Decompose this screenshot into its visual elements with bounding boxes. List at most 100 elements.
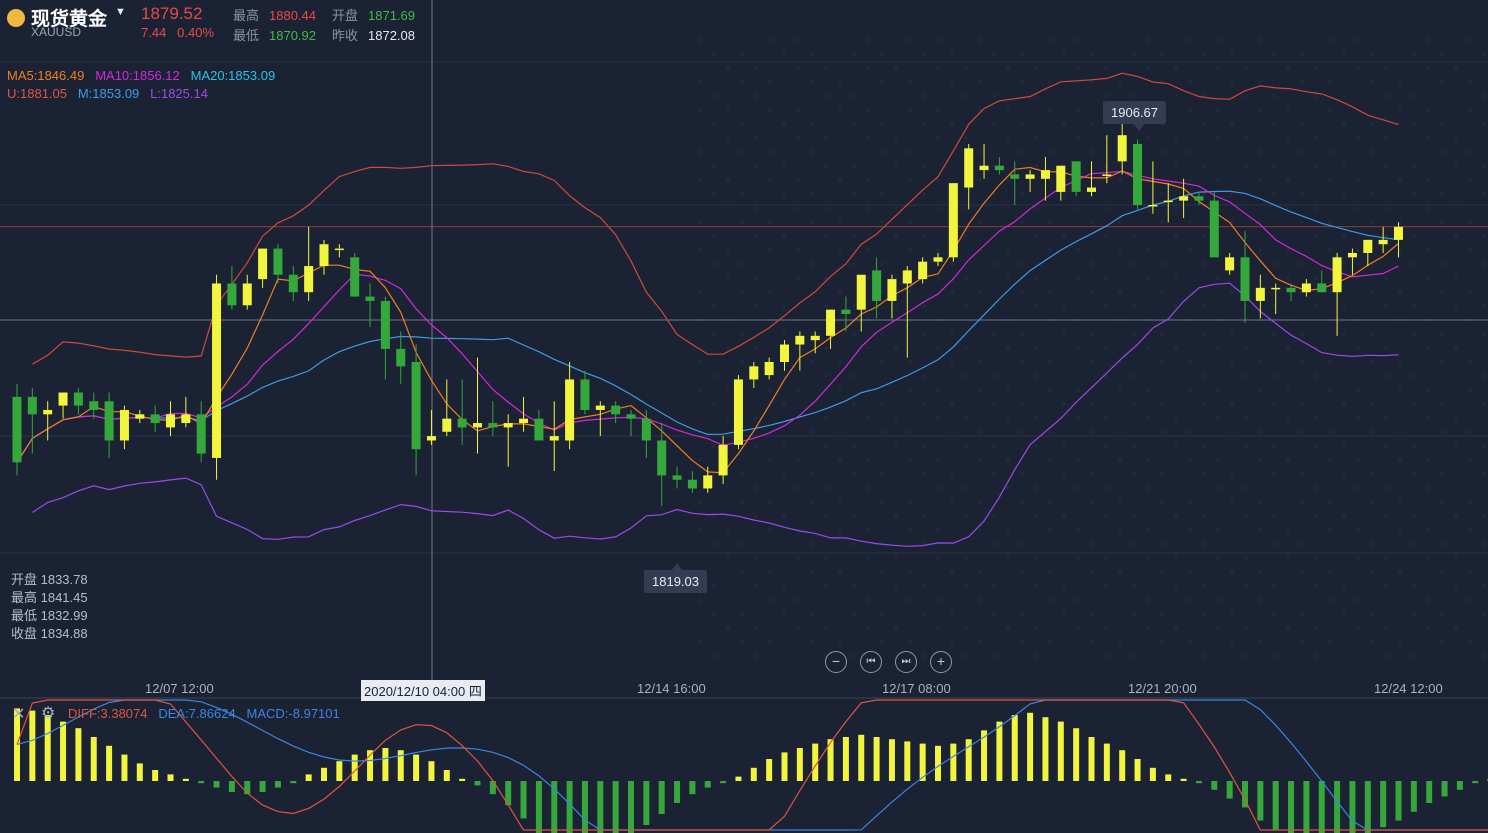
candle-body: [119, 409, 129, 441]
map-dot: [1006, 416, 1010, 420]
map-dot: [810, 612, 814, 616]
map-dot: [1342, 122, 1346, 126]
map-dot: [922, 584, 926, 588]
macd-bar: [182, 778, 189, 781]
candle-body: [58, 392, 68, 406]
map-dot: [1468, 640, 1472, 644]
map-dot: [1286, 66, 1290, 70]
map-dot: [1048, 150, 1052, 154]
candle-body: [1317, 283, 1327, 293]
map-dot: [1216, 486, 1220, 490]
map-dot: [992, 52, 996, 56]
map-dot: [1160, 472, 1164, 476]
map-dot: [894, 444, 898, 448]
map-dot: [1482, 472, 1486, 476]
map-dot: [1314, 626, 1318, 630]
map-dot: [1104, 444, 1108, 448]
map-dot: [698, 220, 702, 224]
map-dot: [754, 234, 758, 238]
map-dot: [754, 94, 758, 98]
map-dot: [1398, 38, 1402, 42]
map-dot: [852, 584, 856, 588]
map-dot: [1454, 486, 1458, 490]
map-dot: [1356, 346, 1360, 350]
map-dot: [880, 80, 884, 84]
map-dot: [1454, 514, 1458, 518]
macd-bar: [1073, 728, 1080, 781]
chevron-down-icon[interactable]: ▼: [115, 6, 126, 18]
close-icon[interactable]: ✕: [12, 704, 25, 724]
map-dot: [1048, 80, 1052, 84]
map-dot: [1300, 262, 1304, 266]
map-dot: [1020, 192, 1024, 196]
macd-bar: [1088, 737, 1095, 781]
map-dot: [1090, 640, 1094, 644]
candle-body: [212, 283, 222, 458]
macd-bar: [720, 781, 727, 784]
map-dot: [852, 234, 856, 238]
map-dot: [1188, 108, 1192, 112]
map-dot: [796, 108, 800, 112]
map-dot: [1174, 346, 1178, 350]
map-dot: [1062, 94, 1066, 98]
candle-body: [166, 414, 175, 428]
skip-forward-button[interactable]: ⏭: [895, 651, 917, 673]
map-dot: [1454, 626, 1458, 630]
candle-body: [534, 418, 544, 441]
map-dot: [810, 220, 814, 224]
map-dot: [838, 388, 842, 392]
zoom-out-button[interactable]: −: [825, 651, 847, 673]
map-dot: [1006, 136, 1010, 140]
map-dot: [894, 486, 898, 490]
map-dot: [1174, 556, 1178, 560]
map-dot: [852, 262, 856, 266]
macd-bar: [213, 781, 220, 788]
candle-body: [503, 423, 513, 428]
boll-upper-line: [32, 72, 1399, 365]
map-dot: [950, 570, 954, 574]
map-dot: [1048, 640, 1052, 644]
map-dot: [978, 80, 982, 84]
macd-bar: [766, 759, 773, 781]
map-dot: [908, 388, 912, 392]
map-dot: [1090, 262, 1094, 266]
map-dot: [908, 248, 912, 252]
map-dot: [852, 122, 856, 126]
map-dot: [712, 192, 716, 196]
candle-body: [780, 344, 789, 362]
map-dot: [1356, 556, 1360, 560]
map-dot: [852, 402, 856, 406]
map-dot: [1356, 206, 1360, 210]
candle-body: [1347, 252, 1357, 258]
map-dot: [740, 192, 744, 196]
candle-body: [933, 257, 943, 262]
zoom-in-button[interactable]: +: [930, 651, 952, 673]
map-dot: [1146, 458, 1150, 462]
candle-body: [1301, 283, 1311, 293]
map-dot: [1454, 66, 1458, 70]
candle-body: [672, 475, 682, 480]
map-dot: [838, 640, 842, 644]
map-dot: [1356, 458, 1360, 462]
candle-body: [1225, 257, 1235, 271]
skip-back-button[interactable]: ⏮: [860, 651, 882, 673]
map-dot: [1244, 556, 1248, 560]
map-dot: [1384, 486, 1388, 490]
map-dot: [1468, 220, 1472, 224]
map-dot: [698, 80, 702, 84]
map-dot: [740, 570, 744, 574]
map-dot: [1160, 542, 1164, 546]
map-dot: [768, 388, 772, 392]
map-dot: [1146, 556, 1150, 560]
map-dot: [1370, 360, 1374, 364]
map-dot: [1328, 178, 1332, 182]
map-dot: [1300, 500, 1304, 504]
candle-body: [258, 248, 268, 280]
map-dot: [866, 528, 870, 532]
x-tick: 12/24 12:00: [1374, 681, 1443, 696]
gear-icon[interactable]: ⚙: [41, 703, 55, 723]
map-dot: [950, 332, 954, 336]
candle-body: [964, 148, 974, 188]
macd-bar: [336, 761, 343, 781]
map-dot: [1048, 430, 1052, 434]
